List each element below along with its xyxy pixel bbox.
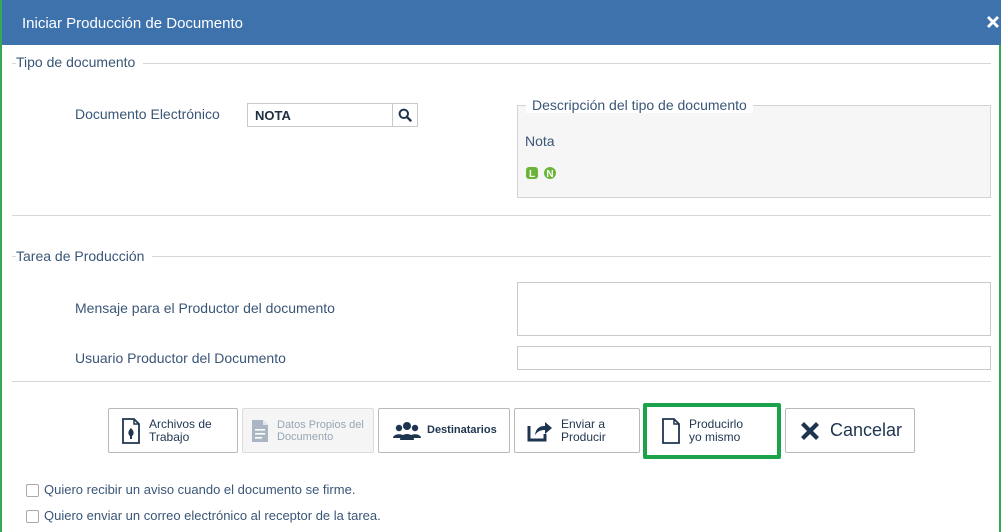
users-icon <box>393 421 421 441</box>
enviar-line2: Producir <box>561 429 606 444</box>
datos-line2: Documento <box>277 430 334 443</box>
destinatarios-button[interactable]: Destinatarios <box>378 408 510 453</box>
archivos-trabajo-button[interactable]: Archivos de Trabajo <box>108 408 238 453</box>
dialog-title: Iniciar Producción de Documento <box>22 15 243 32</box>
descripcion-tipo-value: Nota <box>525 133 555 149</box>
x-mark-icon <box>798 419 822 443</box>
correo-receptor-checkbox[interactable] <box>26 510 39 523</box>
cancelar-button[interactable]: Cancelar <box>785 408 915 453</box>
descripcion-tipo-legend: Descripción del tipo de documento <box>526 97 753 113</box>
close-icon[interactable] <box>985 14 1001 30</box>
svg-text:L: L <box>529 169 535 180</box>
correo-receptor-label: Quiero enviar un correo electrónico al r… <box>44 508 381 523</box>
enviar-producir-button[interactable]: Enviar a Producir <box>514 408 640 453</box>
search-icon <box>398 108 412 122</box>
libre-icon: L <box>526 167 538 180</box>
usuario-productor-input[interactable] <box>517 346 991 370</box>
producirlo-line2: yo mismo <box>689 430 741 444</box>
documento-electronico-input[interactable] <box>247 103 393 127</box>
enviar-line1: Enviar a <box>561 416 606 431</box>
producirlo-line1: Producirlo <box>689 417 744 431</box>
archivos-trabajo-label: Archivos de Trabajo <box>149 416 212 444</box>
datos-propios-button[interactable]: Datos Propios del Documento <box>242 408 374 453</box>
aviso-firma-label: Quiero recibir un aviso cuando el docume… <box>44 482 356 497</box>
tarea-produccion-legend: Tarea de Producción <box>16 248 153 264</box>
share-icon <box>527 420 553 442</box>
destinatarios-label: Destinatarios <box>427 424 497 436</box>
datos-line1: Datos Propios del <box>277 418 364 431</box>
producirlo-yo-mismo-button[interactable]: Producirlo yo mismo <box>643 403 781 459</box>
archivos-line1: Archivos de <box>149 416 212 431</box>
tipo-documento-legend: Tipo de documento <box>16 54 144 70</box>
dialog-titlebar: Iniciar Producción de Documento <box>2 0 1001 45</box>
tarea-section-bottom-line <box>12 381 991 382</box>
tipo-section-bottom-line <box>12 215 991 216</box>
svg-text:N: N <box>546 169 553 180</box>
blank-document-icon <box>661 418 681 444</box>
file-upload-icon <box>121 417 141 444</box>
mensaje-productor-textarea[interactable] <box>517 282 991 336</box>
descripcion-tipo-box <box>517 105 991 198</box>
archivos-line2: Trabajo <box>149 429 190 444</box>
iniciar-produccion-dialog: Iniciar Producción de Documento Tipo de … <box>0 0 1001 532</box>
tarea-section-line <box>12 256 991 257</box>
aviso-firma-checkbox[interactable] <box>26 484 39 497</box>
producirlo-label: Producirlo yo mismo <box>689 418 743 444</box>
documento-electronico-label: Documento Electrónico <box>75 106 220 122</box>
cancelar-label: Cancelar <box>830 420 903 440</box>
usuario-productor-label: Usuario Productor del Documento <box>75 350 286 366</box>
tipo-section-line <box>12 63 991 64</box>
document-icon <box>251 419 269 443</box>
search-document-button[interactable] <box>392 103 418 127</box>
enviar-producir-label: Enviar a Producir <box>561 416 606 444</box>
datos-propios-label: Datos Propios del Documento <box>277 419 364 443</box>
numerado-icon: N <box>544 167 556 180</box>
mensaje-productor-label: Mensaje para el Productor del documento <box>75 300 335 316</box>
